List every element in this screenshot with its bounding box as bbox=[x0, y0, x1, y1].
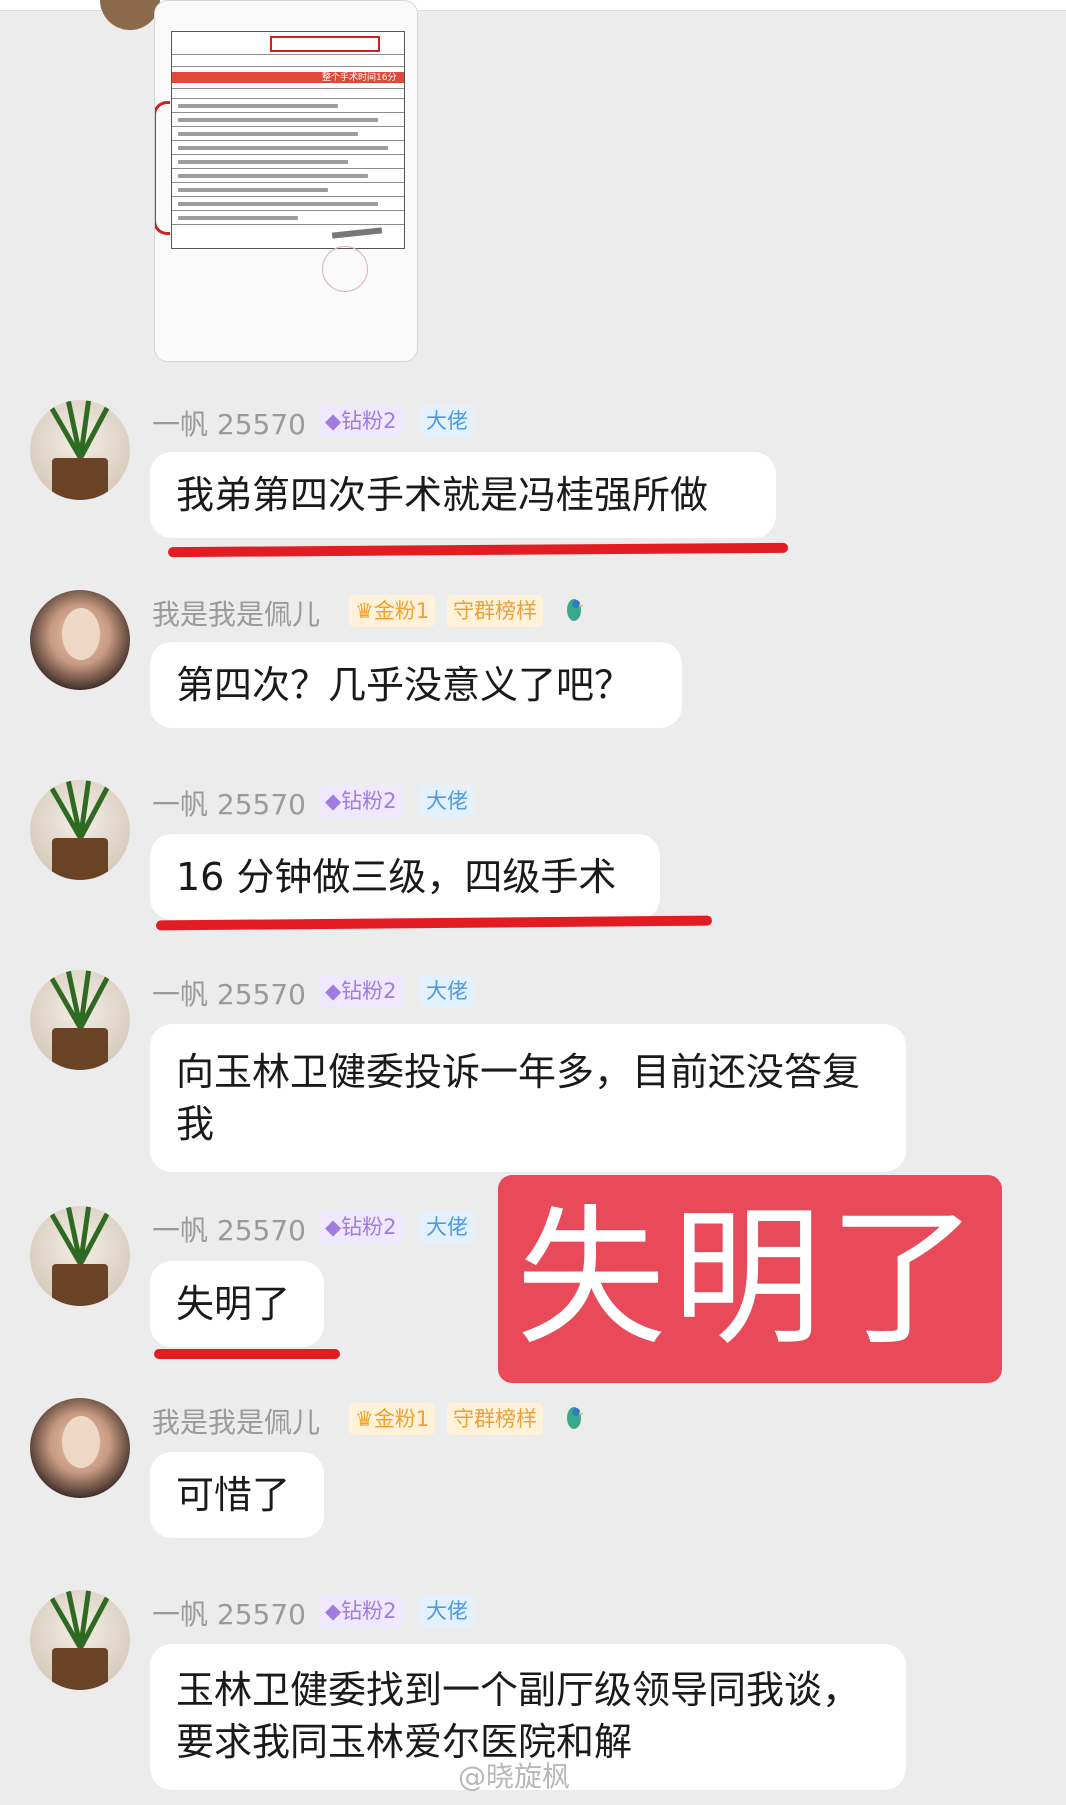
avatar[interactable] bbox=[30, 1398, 130, 1498]
badge-dalao: 大佬 bbox=[420, 975, 474, 1007]
badge-shouqun: 守群榜样 bbox=[447, 1403, 543, 1435]
message-bubble[interactable]: 我弟第四次手术就是冯桂强所做 bbox=[150, 452, 776, 538]
message-bubble[interactable]: 失明了 bbox=[150, 1261, 324, 1347]
avatar[interactable] bbox=[30, 400, 130, 500]
avatar[interactable] bbox=[30, 590, 130, 690]
badge-jinfen: ♛金粉1 bbox=[349, 595, 436, 627]
avatar[interactable] bbox=[30, 1590, 130, 1690]
badge-dalao: 大佬 bbox=[420, 1211, 474, 1243]
diamond-icon: ◆ bbox=[325, 1215, 342, 1239]
diamond-icon: ◆ bbox=[325, 1599, 342, 1623]
badge-dalao: 大佬 bbox=[420, 405, 474, 437]
diamond-icon: ◆ bbox=[325, 789, 342, 813]
username[interactable]: 一帆 25570 bbox=[152, 973, 306, 1013]
badge-dalao: 大佬 bbox=[420, 1595, 474, 1627]
username[interactable]: 一帆 25570 bbox=[152, 783, 306, 823]
avatar[interactable] bbox=[30, 970, 130, 1070]
username[interactable]: 一帆 25570 bbox=[152, 1593, 306, 1633]
message-bubble[interactable]: 16 分钟做三级，四级手术 bbox=[150, 834, 660, 920]
badge-zuanfen: ◆钻粉2 bbox=[319, 1595, 403, 1627]
avatar[interactable] bbox=[30, 780, 130, 880]
username[interactable]: 一帆 25570 bbox=[152, 1209, 306, 1249]
badge-zuanfen: ◆钻粉2 bbox=[319, 1211, 403, 1243]
overlay-caption: 失明了 bbox=[498, 1175, 1002, 1383]
message-bubble[interactable]: 可惜了 bbox=[150, 1452, 324, 1538]
cropped-avatar bbox=[100, 0, 160, 30]
crown-icon: ♛ bbox=[355, 1407, 374, 1431]
diamond-icon: ◆ bbox=[325, 979, 342, 1003]
stamp-seal bbox=[322, 246, 368, 292]
signature bbox=[331, 227, 383, 239]
watermark: @晓旋枫 bbox=[458, 1760, 571, 1793]
parrot-icon bbox=[567, 599, 584, 621]
username[interactable]: 我是我是佩儿 bbox=[152, 593, 320, 633]
red-underline bbox=[167, 542, 789, 558]
message-bubble[interactable]: 向玉林卫健委投诉一年多，目前还没答复我 bbox=[150, 1024, 906, 1172]
crown-icon: ♛ bbox=[355, 599, 374, 623]
message-bubble[interactable]: 第四次？几乎没意义了吧？ bbox=[150, 642, 682, 728]
badge-zuanfen: ◆钻粉2 bbox=[319, 405, 403, 437]
username[interactable]: 我是我是佩儿 bbox=[152, 1401, 320, 1441]
parrot-icon bbox=[567, 1407, 584, 1429]
badge-shouqun: 守群榜样 bbox=[447, 595, 543, 627]
red-brace bbox=[155, 101, 170, 235]
surgery-record-image[interactable]: 整个手术时间16分钟 bbox=[154, 0, 418, 362]
highlight-box bbox=[270, 36, 380, 52]
diamond-icon: ◆ bbox=[325, 409, 342, 433]
red-underline bbox=[154, 1349, 340, 1359]
badge-dalao: 大佬 bbox=[420, 785, 474, 817]
badge-zuanfen: ◆钻粉2 bbox=[319, 785, 403, 817]
badge-jinfen: ♛金粉1 bbox=[349, 1403, 436, 1435]
username[interactable]: 一帆 25570 bbox=[152, 403, 306, 443]
highlight-label: 整个手术时间16分钟 bbox=[322, 73, 397, 96]
document-table: 整个手术时间16分钟 bbox=[171, 31, 405, 292]
avatar[interactable] bbox=[30, 1206, 130, 1306]
badge-zuanfen: ◆钻粉2 bbox=[319, 975, 403, 1007]
